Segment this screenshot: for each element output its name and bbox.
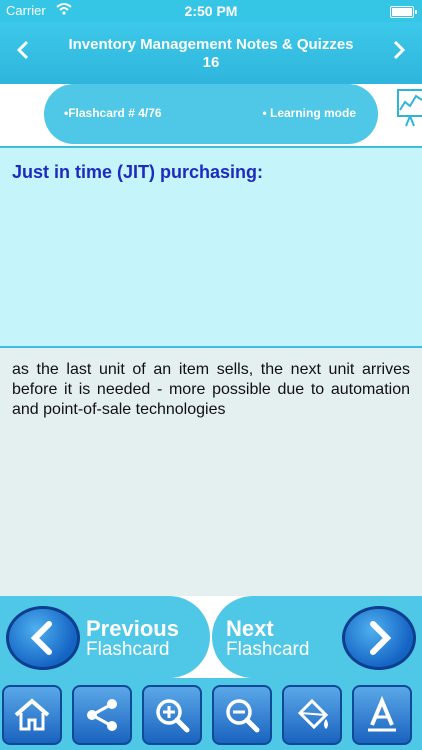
chart-icon[interactable] bbox=[396, 84, 422, 146]
background-color-button[interactable] bbox=[282, 685, 342, 745]
flashcard-navigation: Previous Flashcard Next Flashcard bbox=[0, 596, 422, 678]
zoom-out-icon bbox=[226, 699, 260, 733]
chevron-left-icon bbox=[6, 606, 80, 670]
zoom-in-button[interactable] bbox=[142, 685, 202, 745]
font-size-button[interactable] bbox=[352, 685, 412, 745]
answer-text: as the last unit of an item sells, the n… bbox=[12, 361, 410, 418]
font-icon bbox=[368, 695, 396, 732]
mode-label: • Learning mode bbox=[262, 106, 356, 120]
forward-button[interactable] bbox=[392, 38, 406, 64]
question-panel: Just in time (JIT) purchasing: bbox=[0, 146, 422, 348]
chevron-left-icon bbox=[16, 40, 29, 60]
page-title: Inventory Management Notes & Quizzes 16 bbox=[50, 36, 372, 72]
title-line-2: 16 bbox=[202, 54, 220, 71]
flashcard-counter: •Flashcard # 4/76 bbox=[64, 106, 162, 120]
back-button[interactable] bbox=[16, 38, 30, 64]
paint-bucket-icon bbox=[297, 698, 329, 730]
next-label: Next bbox=[226, 616, 274, 641]
home-button[interactable] bbox=[2, 685, 62, 745]
previous-label: Previous bbox=[86, 616, 179, 641]
zoom-out-button[interactable] bbox=[212, 685, 272, 745]
title-line-1: Inventory Management Notes & Quizzes bbox=[68, 36, 354, 53]
flashcard-info-pill: •Flashcard # 4/76 • Learning mode bbox=[44, 84, 378, 144]
chevron-right-icon bbox=[393, 40, 406, 60]
next-sublabel: Flashcard bbox=[226, 639, 310, 660]
next-flashcard-button[interactable]: Next Flashcard bbox=[212, 596, 422, 678]
status-bar: Carrier 2:50 PM bbox=[0, 0, 422, 22]
question-text: Just in time (JIT) purchasing: bbox=[12, 162, 264, 182]
previous-flashcard-button[interactable]: Previous Flashcard bbox=[0, 596, 210, 678]
share-icon bbox=[87, 699, 117, 731]
chevron-right-icon bbox=[342, 606, 416, 670]
share-button[interactable] bbox=[72, 685, 132, 745]
previous-sublabel: Flashcard bbox=[86, 639, 170, 660]
zoom-in-icon bbox=[156, 699, 190, 733]
answer-panel: as the last unit of an item sells, the n… bbox=[0, 348, 422, 596]
info-bar: •Flashcard # 4/76 • Learning mode bbox=[0, 84, 422, 146]
clock: 2:50 PM bbox=[184, 3, 238, 19]
home-icon bbox=[14, 698, 50, 731]
battery-icon bbox=[390, 6, 417, 18]
navigation-bar: Inventory Management Notes & Quizzes 16 bbox=[0, 22, 422, 84]
bottom-toolbar bbox=[0, 678, 422, 750]
